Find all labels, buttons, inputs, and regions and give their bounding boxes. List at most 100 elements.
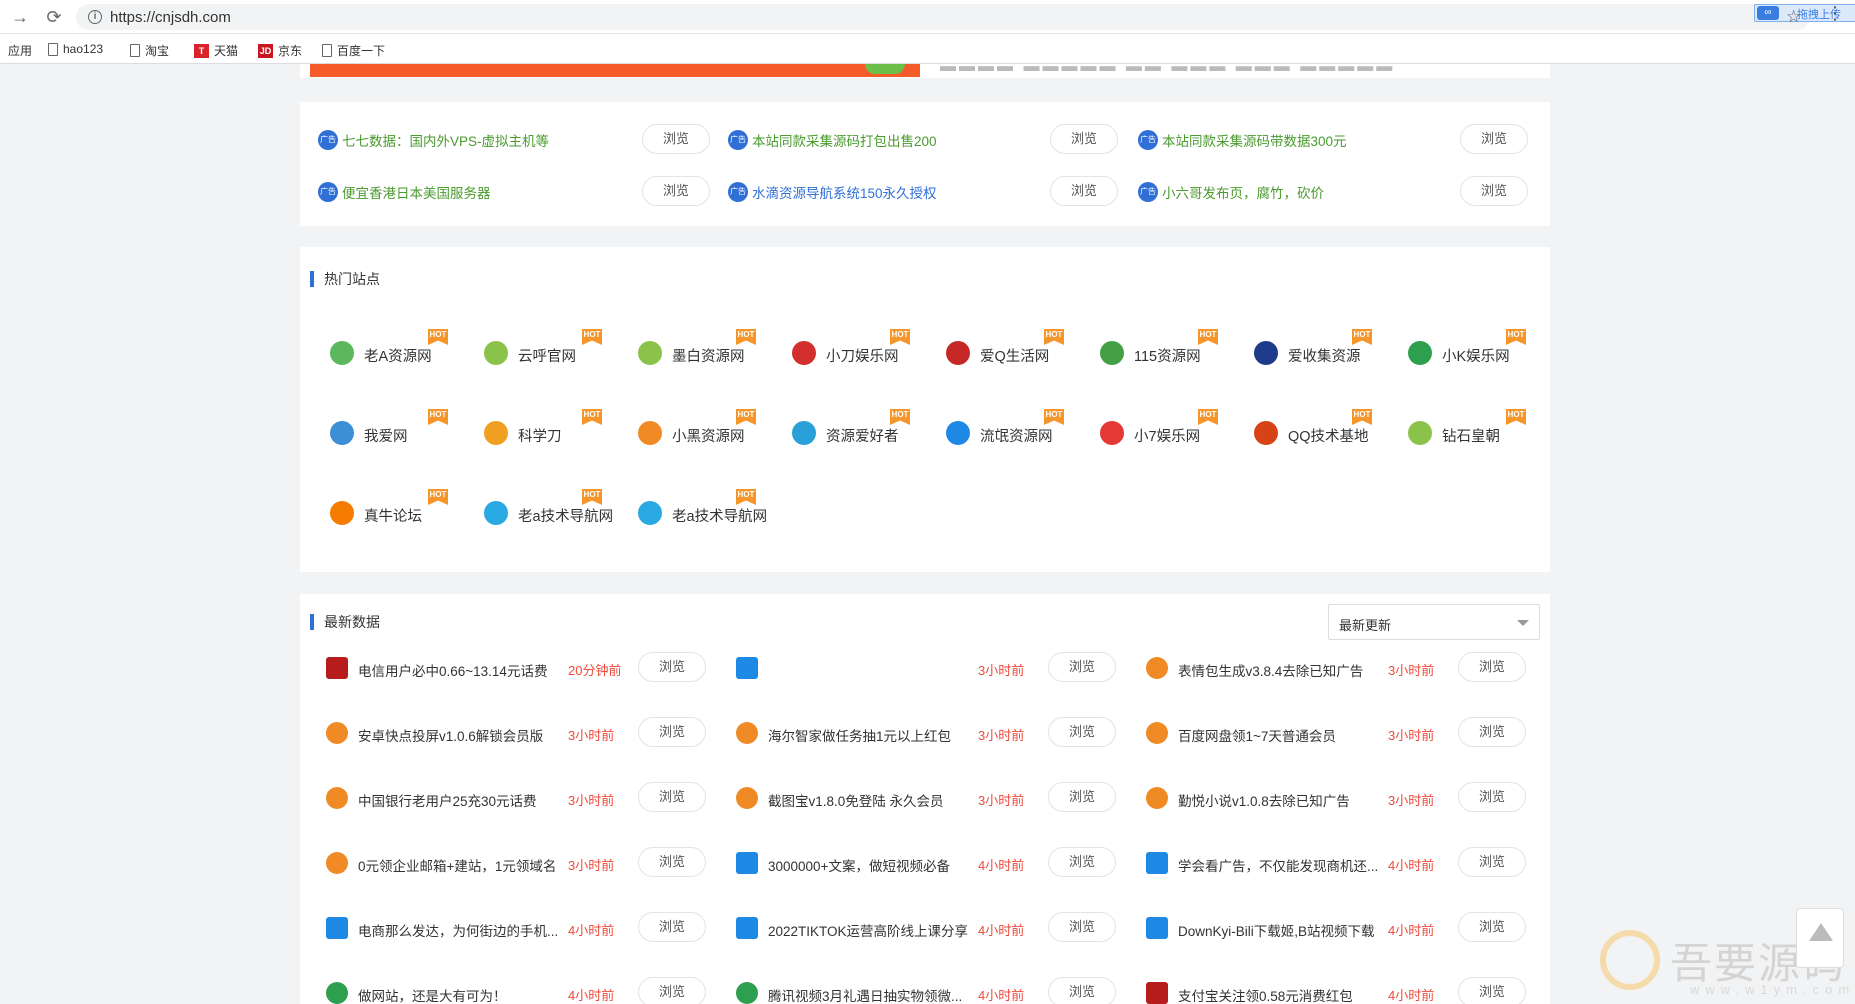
hot-site-name[interactable]: 资源爱好者 [826,425,899,446]
hot-site-name[interactable]: 流氓资源网 [980,425,1053,446]
hot-site-item[interactable]: 我爱网 HOT [302,409,448,449]
sort-select[interactable]: 最新更新 [1328,604,1540,640]
hot-site-name[interactable]: 我爱网 [364,425,408,446]
hot-site-item[interactable]: 小7娱乐网 HOT [1072,409,1218,449]
hot-site-name[interactable]: 爱收集资源 [1288,345,1361,366]
hot-site-item[interactable]: 115资源网 HOT [1072,329,1218,369]
hot-site-item[interactable]: QQ技术基地 HOT [1226,409,1372,449]
hot-site-item[interactable]: 老a技术导航网 HOT [610,489,767,529]
ad-link[interactable]: 广告 水滴资源导航系统150永久授权 [728,182,937,202]
bookmark-item[interactable]: hao123 [48,42,103,56]
bookmark-star-icon[interactable]: ☆ [1786,7,1801,27]
hot-site-item[interactable]: 小K娱乐网 HOT [1380,329,1526,369]
bookmark-item[interactable]: 应用 [8,42,32,59]
latest-item-title[interactable]: 支付宝关注领0.58元消费红包 [1178,985,1388,1004]
info-icon[interactable]: i [88,10,102,24]
ad-link[interactable]: 广告 便宜香港日本美国服务器 [318,182,491,202]
latest-item-title[interactable]: 截图宝v1.8.0免登陆 永久会员 [768,790,978,810]
hot-site-name[interactable]: 真牛论坛 [364,505,422,526]
hot-site-item[interactable]: 小黑资源网 HOT [610,409,756,449]
ad-link[interactable]: 广告 本站同款采集源码带数据300元 [1138,130,1347,150]
browse-button[interactable]: 浏览 [1048,847,1116,877]
hot-site-name[interactable]: 小黑资源网 [672,425,745,446]
ad-link-text[interactable]: 便宜香港日本美国服务器 [342,182,491,202]
latest-item-title[interactable]: 百度网盘领1~7天普通会员 [1178,725,1388,745]
hot-site-item[interactable]: 老A资源网 HOT [302,329,448,369]
browse-button[interactable]: 浏览 [638,912,706,942]
latest-item-title[interactable]: 0元领企业邮箱+建站，1元领域名 [358,855,568,875]
latest-item-title[interactable]: 表情包生成v3.8.4去除已知广告 [1178,660,1388,680]
hot-site-name[interactable]: 钻石皇朝 [1442,425,1500,446]
ad-link-text[interactable]: 小六哥发布页，腐竹，砍价 [1162,182,1324,202]
browse-button[interactable]: 浏览 [642,124,710,154]
browse-button[interactable]: 浏览 [1048,652,1116,682]
hot-site-item[interactable]: 墨白资源网 HOT [610,329,756,369]
forward-icon[interactable]: → [10,7,30,27]
hot-site-item[interactable]: 爱Q生活网 HOT [918,329,1064,369]
bookmark-item[interactable]: 淘宝 [130,42,169,59]
bookmark-item[interactable]: JD 京东 [258,42,302,59]
hot-site-item[interactable]: 科学刀 HOT [456,409,602,449]
hot-site-name[interactable]: 小7娱乐网 [1134,425,1200,446]
hot-site-item[interactable]: 资源爱好者 HOT [764,409,910,449]
back-to-top-button[interactable] [1796,908,1844,968]
browse-button[interactable]: 浏览 [1048,717,1116,747]
browse-button[interactable]: 浏览 [1048,782,1116,812]
address-bar[interactable]: i https://cnjsdh.com ∞ 拖拽上传 ☆ [76,4,1855,30]
browse-button[interactable]: 浏览 [1458,912,1526,942]
hot-site-item[interactable]: 爱收集资源 HOT [1226,329,1372,369]
browse-button[interactable]: 浏览 [642,176,710,206]
hot-site-item[interactable]: 小刀娱乐网 HOT [764,329,910,369]
latest-item-title[interactable]: 安卓快点投屏v1.0.6解锁会员版 [358,725,568,745]
browse-button[interactable]: 浏览 [1050,124,1118,154]
ad-link[interactable]: 广告 本站同款采集源码打包出售200 [728,130,937,150]
hot-site-name[interactable]: 115资源网 [1134,345,1201,366]
hot-site-name[interactable]: 云呼官网 [518,345,576,366]
browser-menu-icon[interactable]: ⋮ [1826,4,1844,22]
browse-button[interactable]: 浏览 [1048,912,1116,942]
ad-link[interactable]: 广告 小六哥发布页，腐竹，砍价 [1138,182,1324,202]
latest-item-title[interactable]: 勤悦小说v1.0.8去除已知广告 [1178,790,1388,810]
browse-button[interactable]: 浏览 [1048,977,1116,1004]
ad-link[interactable]: 广告 七七数据：国内外VPS-虚拟主机等 [318,130,549,150]
browse-button[interactable]: 浏览 [1458,782,1526,812]
browse-button[interactable]: 浏览 [1050,176,1118,206]
ad-link-text[interactable]: 本站同款采集源码打包出售200 [752,130,937,150]
bookmark-item[interactable]: 百度一下 [322,42,385,59]
latest-item-title[interactable]: 2022TIKTOK运营高阶线上课分享 [768,920,978,940]
browse-button[interactable]: 浏览 [638,782,706,812]
hot-site-name[interactable]: 老A资源网 [364,345,432,366]
hot-site-name[interactable]: 小K娱乐网 [1442,345,1510,366]
browse-button[interactable]: 浏览 [1458,847,1526,877]
latest-item-title[interactable]: 电商那么发达，为何街边的手机... [358,920,568,940]
hot-site-name[interactable]: QQ技术基地 [1288,425,1369,446]
browse-button[interactable]: 浏览 [1458,977,1526,1004]
latest-item-title[interactable]: 3000000+文案，做短视频必备 [768,855,978,875]
hot-site-item[interactable]: 钻石皇朝 HOT [1380,409,1526,449]
bookmark-item[interactable]: T 天猫 [194,42,238,59]
url-text[interactable]: https://cnjsdh.com [110,9,231,26]
browse-button[interactable]: 浏览 [1460,176,1528,206]
hot-site-name[interactable]: 老a技术导航网 [672,505,767,526]
browse-button[interactable]: 浏览 [638,847,706,877]
latest-item-title[interactable]: 腾讯视频3月礼遇日抽实物领微... [768,985,978,1004]
ad-link-text[interactable]: 七七数据：国内外VPS-虚拟主机等 [342,130,549,150]
browse-button[interactable]: 浏览 [1458,717,1526,747]
hot-site-item[interactable]: 流氓资源网 HOT [918,409,1064,449]
latest-item-title[interactable]: 学会看广告，不仅能发现商机还... [1178,855,1388,875]
latest-item-title[interactable]: 电信用户必中0.66~13.14元话费 [358,660,568,680]
reload-icon[interactable]: ⟳ [44,7,64,27]
orange-banner[interactable] [310,64,920,77]
browse-button[interactable]: 浏览 [1458,652,1526,682]
hot-site-item[interactable]: 真牛论坛 HOT [302,489,448,529]
latest-item-title[interactable]: 海尔智家做任务抽1元以上红包 [768,725,978,745]
latest-item-title[interactable]: DownKyi-Bili下载姬,B站视频下载 [1178,920,1388,940]
latest-item-title[interactable]: 做网站，还是大有可为！ [358,985,568,1004]
ad-link-text[interactable]: 本站同款采集源码带数据300元 [1162,130,1347,150]
banner-green-button[interactable] [865,64,905,74]
hot-site-name[interactable]: 爱Q生活网 [980,345,1049,366]
browse-button[interactable]: 浏览 [638,652,706,682]
hot-site-name[interactable]: 科学刀 [518,425,562,446]
browse-button[interactable]: 浏览 [1460,124,1528,154]
hot-site-name[interactable]: 墨白资源网 [672,345,745,366]
